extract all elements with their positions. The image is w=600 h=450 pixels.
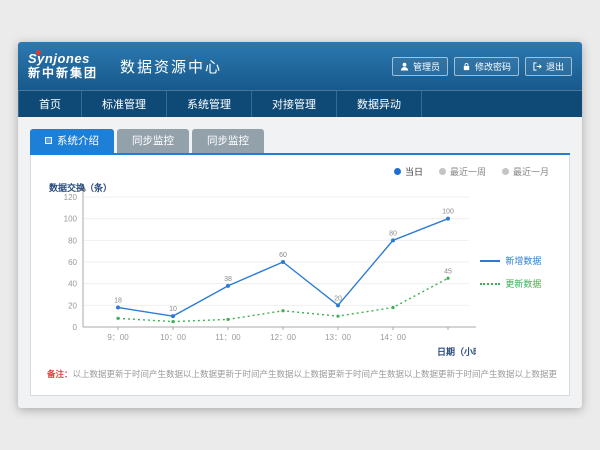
tab-label: 同步监控 [207, 133, 249, 148]
footnote: 备注：以上数据更新于时间产生数据以上数据更新于时间产生数据以上数据更新于时间产生… [43, 362, 557, 382]
logo-text-cn: 新中新集团 [28, 67, 98, 80]
svg-text:40: 40 [68, 280, 77, 289]
svg-text:80: 80 [68, 236, 77, 245]
filter-last-month[interactable]: 最近一月 [502, 165, 549, 178]
svg-text:日期（小时）: 日期（小时） [437, 346, 476, 357]
header-actions: 管理员 修改密码 退出 [392, 57, 572, 76]
filter-last-week[interactable]: 最近一周 [439, 165, 486, 178]
legend-updated-data: 更新数据 [480, 277, 557, 290]
svg-text:0: 0 [73, 323, 78, 332]
svg-text:10: 10 [169, 306, 177, 313]
svg-text:9：00: 9：00 [107, 333, 129, 342]
change-password-label: 修改密码 [475, 60, 511, 73]
svg-text:12：00: 12：00 [270, 333, 296, 342]
app-window: Synjones 新中新集团 数据资源中心 管理员 修改密码 退出 [18, 42, 582, 408]
svg-text:100: 100 [442, 209, 454, 216]
svg-text:20: 20 [334, 295, 342, 302]
footnote-text: 以上数据更新于时间产生数据以上数据更新于时间产生数据以上数据更新于时间产生数据以… [73, 369, 557, 379]
admin-user-label: 管理员 [413, 60, 440, 73]
tab-label: 同步监控 [132, 133, 174, 148]
svg-text:60: 60 [68, 258, 77, 267]
nav-item-data-change[interactable]: 数据异动 [337, 91, 422, 117]
lock-icon [462, 62, 471, 71]
svg-text:11：00: 11：00 [215, 333, 241, 342]
user-icon [400, 62, 409, 71]
legend-line-icon [480, 260, 500, 262]
footnote-prefix: 备注： [47, 369, 73, 379]
logout-icon [533, 62, 542, 71]
svg-text:100: 100 [64, 215, 78, 224]
filter-label: 最近一周 [450, 165, 486, 178]
svg-text:80: 80 [389, 230, 397, 237]
svg-text:20: 20 [68, 301, 77, 310]
legend-label: 更新数据 [505, 277, 541, 290]
app-header: Synjones 新中新集团 数据资源中心 管理员 修改密码 退出 [18, 42, 582, 90]
svg-text:45: 45 [444, 268, 452, 275]
nav-item-connect-mgmt[interactable]: 对接管理 [252, 91, 337, 117]
chart-panel: 当日 最近一周 最近一月 0 20 40 60 80 100 120 9：00 10：00 11：… [30, 155, 570, 396]
chart-legend: 新增数据 更新数据 [476, 254, 557, 290]
radio-dot-icon [394, 168, 401, 175]
radio-dot-icon [502, 168, 509, 175]
company-logo: Synjones 新中新集团 [28, 52, 112, 79]
svg-text:60: 60 [279, 252, 287, 259]
chart-area: 0 20 40 60 80 100 120 9：00 10：00 11：00 12：00 13：00 1… [43, 182, 557, 362]
svg-text:18: 18 [114, 298, 122, 305]
filter-label: 最近一月 [513, 165, 549, 178]
range-filter-group: 当日 最近一周 最近一月 [43, 163, 557, 182]
logout-label: 退出 [546, 60, 564, 73]
svg-text:10：00: 10：00 [160, 333, 186, 342]
tab-bar: 系统介绍 同步监控 同步监控 [30, 129, 570, 155]
legend-new-data: 新增数据 [480, 254, 557, 267]
radio-dot-icon [439, 168, 446, 175]
nav-item-system-mgmt[interactable]: 系统管理 [167, 91, 252, 117]
svg-text:13：00: 13：00 [325, 333, 351, 342]
admin-user-button[interactable]: 管理员 [392, 57, 448, 76]
tab-sync-monitor-1[interactable]: 同步监控 [117, 129, 189, 153]
main-nav: 首页 标准管理 系统管理 对接管理 数据异动 [18, 90, 582, 117]
filter-today[interactable]: 当日 [394, 165, 423, 178]
svg-text:120: 120 [64, 193, 78, 202]
legend-label: 新增数据 [505, 254, 541, 267]
logout-button[interactable]: 退出 [525, 57, 572, 76]
svg-text:数据交换（条）: 数据交换（条） [49, 182, 112, 193]
legend-line-icon [480, 283, 500, 285]
nav-item-home[interactable]: 首页 [18, 91, 82, 117]
tab-icon [45, 137, 52, 144]
tab-label: 系统介绍 [57, 133, 99, 148]
change-password-button[interactable]: 修改密码 [454, 57, 519, 76]
filter-label: 当日 [405, 165, 423, 178]
page-title: 数据资源中心 [120, 56, 222, 77]
content-area: 系统介绍 同步监控 同步监控 当日 最近一周 [18, 117, 582, 408]
svg-text:38: 38 [224, 276, 232, 283]
line-chart: 0 20 40 60 80 100 120 9：00 10：00 11：00 12：00 13：00 1… [43, 182, 476, 362]
tab-system-intro[interactable]: 系统介绍 [30, 129, 114, 153]
svg-text:14：00: 14：00 [380, 333, 406, 342]
tab-sync-monitor-2[interactable]: 同步监控 [192, 129, 264, 153]
nav-item-standard-mgmt[interactable]: 标准管理 [82, 91, 167, 117]
